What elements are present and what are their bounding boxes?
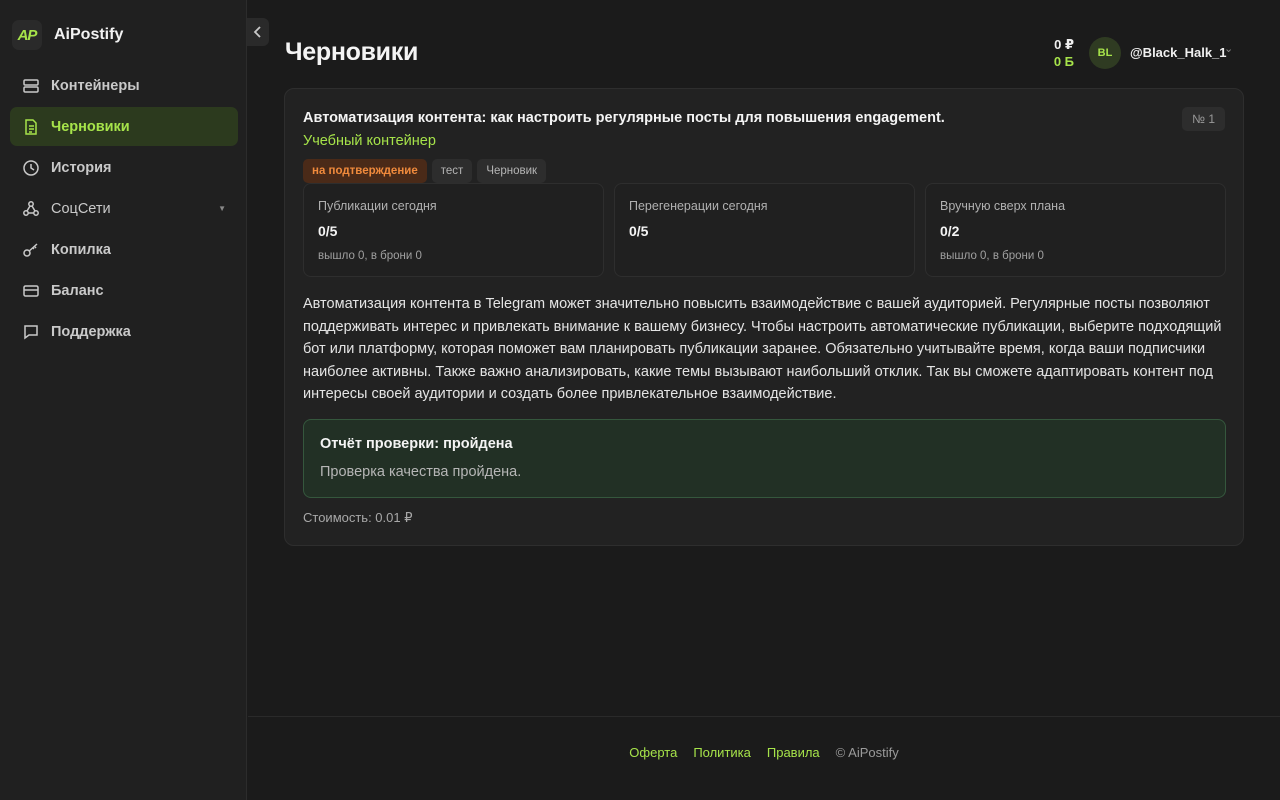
tag-list: на подтверждение тест Черновик	[303, 159, 547, 183]
stat-label: Перегенерации сегодня	[629, 199, 768, 213]
tag: тест	[431, 159, 473, 183]
stat-sub: вышло 0, в брони 0	[940, 250, 1044, 262]
app-name: AiPostify	[54, 26, 124, 43]
balance-rub: 0 ₽	[1054, 37, 1074, 52]
draft-title: Автоматизация контента: как настроить ре…	[303, 110, 945, 126]
logo-mark: AP	[12, 20, 42, 50]
stat-value: 0/5	[318, 223, 338, 239]
stat-card: Перегенерации сегодня 0/5	[614, 183, 915, 277]
sidebar-item-support[interactable]: Поддержка	[10, 312, 238, 351]
sidebar-item-label: Баланс	[51, 282, 104, 299]
sidebar: AP AiPostify Контейнеры Черновики Истори…	[0, 0, 247, 800]
sidebar-item-label: Черновики	[51, 118, 130, 135]
wallet-icon	[22, 282, 40, 300]
sidebar-item-label: Копилка	[51, 241, 111, 258]
stat-value: 0/5	[629, 223, 649, 239]
report-title: Отчёт проверки: пройдена	[320, 436, 513, 452]
footer: Оферта Политика Правила © AiPostify	[248, 716, 1280, 800]
footer-link-rules[interactable]: Правила	[767, 745, 820, 760]
footer-link-offer[interactable]: Оферта	[629, 745, 677, 760]
draft-number-badge: № 1	[1182, 107, 1225, 131]
sidebar-item-history[interactable]: История	[10, 148, 238, 187]
sidebar-item-containers[interactable]: Контейнеры	[10, 66, 238, 105]
avatar[interactable]: BL	[1089, 37, 1121, 69]
sidebar-item-socials[interactable]: СоцСети ▼	[10, 189, 238, 228]
copyright: © AiPostify	[835, 745, 899, 760]
chevron-down-icon[interactable]: ⌄	[1224, 42, 1233, 55]
report-text: Проверка качества пройдена.	[320, 464, 522, 480]
chat-icon	[22, 323, 40, 341]
stat-card: Вручную сверх плана 0/2 вышло 0, в брони…	[925, 183, 1226, 277]
clock-icon	[22, 159, 40, 177]
stat-label: Публикации сегодня	[318, 199, 437, 213]
server-icon	[22, 77, 40, 95]
page-title: Черновики	[285, 38, 419, 66]
sidebar-item-drafts[interactable]: Черновики	[10, 107, 238, 146]
tag: Черновик	[477, 159, 547, 183]
key-icon	[22, 241, 40, 259]
draft-body: Автоматизация контента в Telegram может …	[303, 296, 1222, 402]
sidebar-item-label: История	[51, 159, 112, 176]
balance-display: 0 ₽ 0 Б	[1040, 36, 1074, 70]
sidebar-item-balance[interactable]: Баланс	[10, 271, 238, 310]
cost-label: Стоимость: 0.01 ₽	[303, 510, 413, 525]
stat-value: 0/2	[940, 223, 960, 239]
stats-row: Публикации сегодня 0/5 вышло 0, в брони …	[303, 183, 1226, 277]
chevron-down-icon: ▼	[218, 204, 226, 213]
username[interactable]: @Black_Halk_1	[1130, 45, 1227, 60]
stat-label: Вручную сверх плана	[940, 199, 1066, 213]
container-link[interactable]: Учебный контейнер	[303, 133, 436, 149]
document-icon	[22, 118, 40, 136]
stat-sub: вышло 0, в брони 0	[318, 250, 422, 262]
share-icon	[22, 200, 40, 218]
logo[interactable]: AP AiPostify	[12, 20, 123, 50]
balance-b: 0 Б	[1053, 54, 1074, 69]
chevron-left-icon	[253, 26, 261, 38]
stat-card: Публикации сегодня 0/5 вышло 0, в брони …	[303, 183, 604, 277]
sidebar-item-label: СоцСети	[51, 200, 111, 217]
check-report: Отчёт проверки: пройдена Проверка качест…	[303, 419, 1226, 498]
draft-card: Автоматизация контента: как настроить ре…	[284, 88, 1244, 546]
status-badge: на подтверждение	[303, 159, 427, 183]
footer-links: Оферта Политика Правила © AiPostify	[248, 745, 1280, 760]
sidebar-nav: Контейнеры Черновики История СоцСети ▼ К…	[10, 66, 238, 353]
sidebar-item-label: Поддержка	[51, 323, 131, 340]
sidebar-item-piggybank[interactable]: Копилка	[10, 230, 238, 269]
sidebar-item-label: Контейнеры	[51, 77, 140, 94]
sidebar-collapse-button[interactable]	[247, 18, 269, 46]
footer-link-policy[interactable]: Политика	[693, 745, 751, 760]
